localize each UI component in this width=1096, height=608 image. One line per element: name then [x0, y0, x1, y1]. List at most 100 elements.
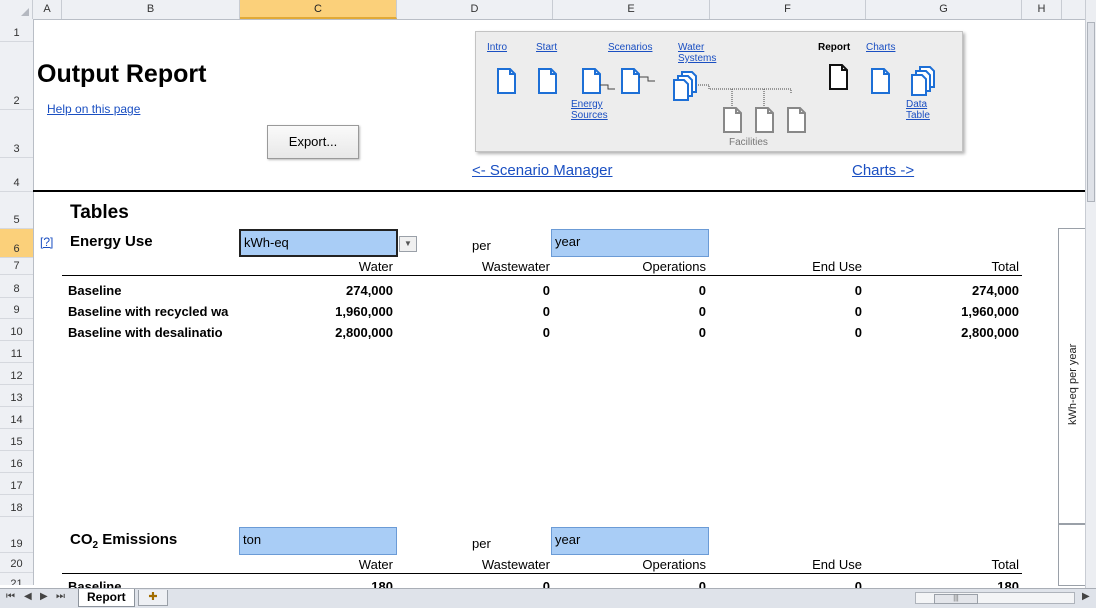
last-sheet-icon[interactable]: ⏭ [56, 591, 65, 602]
sheet-tab-report[interactable]: Report [78, 589, 135, 607]
co2-cell: 0 [854, 579, 862, 588]
energy-cell: 1,960,000 [335, 304, 393, 319]
next-sheet-icon[interactable]: ▶ [40, 591, 48, 602]
nav-diagram [497, 64, 935, 133]
column-header-g[interactable]: G [866, 0, 1022, 19]
energy-cell: 274,000 [346, 283, 393, 298]
start-doc-icon [538, 68, 557, 94]
energy-cell: 0 [698, 304, 706, 319]
row-header[interactable]: 3 [0, 110, 33, 158]
energy-cell: 0 [854, 325, 862, 340]
co2-col-header: Total [991, 557, 1019, 572]
page-title: Output Report [37, 60, 207, 88]
first-sheet-icon[interactable]: ⏮ [6, 591, 15, 602]
row-header[interactable]: 18 [0, 495, 33, 517]
horizontal-scrollbar[interactable]: ||| [915, 592, 1075, 604]
energy-period-value: year [555, 234, 581, 249]
sheet-tab-bar: ⏮ ◀ ▶ ⏭ Report ✚ ||| ▶ [0, 588, 1096, 608]
co2-unit-value: ton [243, 532, 262, 547]
row-header[interactable]: 17 [0, 473, 33, 495]
energy-cell: 2,800,000 [335, 325, 393, 340]
column-header-a[interactable]: A [33, 0, 62, 19]
tables-heading: Tables [70, 202, 129, 223]
energy-help-marker[interactable]: [?] [40, 235, 53, 249]
facility-doc-icon [723, 107, 742, 133]
horizontal-scroll-thumb[interactable]: ||| [934, 594, 978, 604]
vertical-scroll-thumb[interactable] [1087, 22, 1095, 202]
row-header[interactable]: 16 [0, 451, 33, 473]
water-systems-docs-icon [673, 71, 697, 101]
column-header-d[interactable]: D [397, 0, 553, 19]
vertical-scrollbar[interactable] [1085, 0, 1096, 588]
row-header[interactable]: 20 [0, 553, 33, 573]
row-header[interactable]: 2 [0, 42, 33, 110]
prev-sheet-icon[interactable]: ◀ [24, 591, 32, 602]
intro-doc-icon [497, 68, 516, 94]
co2-partial-row: Baseline 180 0 0 0 180 [62, 574, 1022, 588]
data-table-docs-icon [911, 66, 935, 96]
row-header[interactable]: 9 [0, 298, 33, 319]
energy-col-header: Total [991, 259, 1019, 274]
energy-cell: 0 [698, 283, 706, 298]
co2-col-header: Wastewater [481, 557, 550, 572]
energy-col-header: End Use [812, 259, 862, 274]
co2-cell: 0 [698, 579, 706, 588]
energy-cell: 2,800,000 [961, 325, 1019, 340]
row-header[interactable]: 15 [0, 429, 33, 451]
row-header[interactable]: 21 [0, 573, 33, 585]
energy-period-field[interactable]: year [551, 229, 709, 257]
side-axis-label: kWh-eq per year [1067, 343, 1079, 425]
column-header-b[interactable]: B [62, 0, 240, 19]
co2-period-field[interactable]: year [551, 527, 709, 555]
co2-unit-field[interactable]: ton [239, 527, 397, 555]
row-header[interactable]: 4 [0, 158, 33, 192]
row-header[interactable]: 7 [0, 258, 33, 275]
co2-col-header: End Use [812, 557, 862, 572]
energy-col-header: Water [358, 259, 393, 274]
row-header[interactable]: 19 [0, 517, 33, 553]
select-all-corner[interactable] [0, 0, 33, 19]
row-header[interactable]: 10 [0, 319, 33, 341]
row-header[interactable]: 13 [0, 385, 33, 407]
scenario-manager-link[interactable]: <- Scenario Manager [472, 162, 613, 179]
co2-per-label: per [472, 536, 491, 551]
charts-doc-icon [871, 68, 890, 94]
row-header[interactable]: 14 [0, 407, 33, 429]
section-divider [33, 190, 1086, 192]
insert-sheet-icon[interactable]: ✚ [138, 590, 168, 606]
row-header[interactable]: 11 [0, 341, 33, 363]
help-link[interactable]: Help on this page [47, 102, 140, 116]
scenarios-detail-doc-icon [621, 68, 640, 94]
energy-per-label: per [472, 238, 491, 253]
export-button[interactable]: Export... [267, 125, 359, 159]
co2-col-header: Operations [642, 557, 706, 572]
row-header[interactable]: 5 [0, 192, 33, 229]
co2-emissions-title: CO2 Emissions [70, 531, 177, 551]
column-header-c[interactable]: C [240, 0, 397, 19]
column-header-e[interactable]: E [553, 0, 710, 19]
row-header[interactable]: 1 [0, 19, 33, 42]
row-header[interactable]: 8 [0, 275, 33, 298]
column-header-bar: A B C D E F G H [0, 0, 1086, 20]
energy-col-header: Wastewater [481, 259, 550, 274]
energy-cell: 0 [542, 304, 550, 319]
dropdown-arrow-icon[interactable]: ▼ [399, 236, 417, 252]
energy-row-label: Baseline with recycled wa [68, 304, 229, 319]
row-header[interactable]: 6 [0, 229, 33, 258]
co2-cell: 180 [371, 579, 393, 588]
column-header-f[interactable]: F [710, 0, 866, 19]
charts-next-link[interactable]: Charts -> [852, 162, 914, 179]
column-header-h[interactable]: H [1022, 0, 1062, 19]
scroll-right-icon[interactable]: ▶ [1082, 591, 1090, 602]
energy-row-label: Baseline with desalinatio [68, 325, 223, 340]
co2-title-prefix: CO [70, 531, 93, 548]
side-chart-panel-2 [1058, 524, 1086, 586]
co2-period-value: year [555, 532, 581, 547]
energy-cell: 0 [854, 283, 862, 298]
facility-doc-icon [787, 107, 806, 133]
energy-unit-select[interactable]: kWh-eq [239, 229, 398, 257]
co2-col-header: Water [358, 557, 393, 572]
row-header[interactable]: 12 [0, 363, 33, 385]
co2-row-label: Baseline [68, 579, 122, 588]
energy-cell: 0 [854, 304, 862, 319]
